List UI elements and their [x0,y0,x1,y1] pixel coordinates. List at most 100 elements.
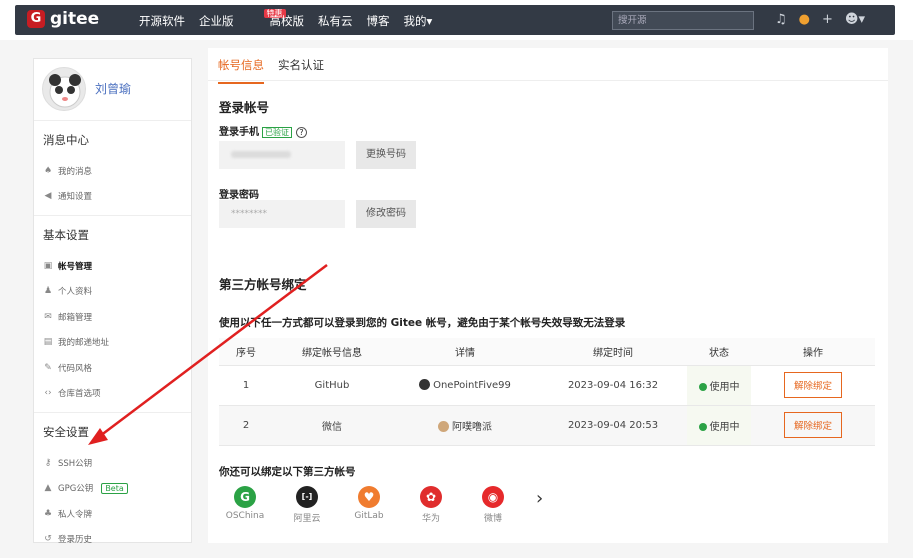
cell-platform: 微信 [273,405,391,446]
detail-name: OnePointFive99 [433,380,511,391]
oschina-icon: G [234,486,256,508]
user-avatar-menu[interactable]: ☻▾ [845,12,865,27]
sidebar-item-my-messages[interactable]: ♠ 我的消息 [43,158,191,184]
help-icon[interactable]: ? [296,127,307,138]
code-icon: ‹› [44,388,52,399]
provider-huawei[interactable]: ✿ 华为 [412,486,450,524]
status-text: 使用中 [709,421,740,433]
provider-list: G OSChina [-] 阿里云 ♥ GitLab ✿ 华为 ◉ 微博 › [226,486,543,524]
col-detail: 详情 [391,338,539,366]
verified-badge: 已验证 [262,127,292,138]
nav-university[interactable]: 高校版 [270,13,305,29]
sidebar-item-label: 帐号管理 [58,261,93,272]
sidebar-item-login-history[interactable]: ↺ 登录历史 [43,527,191,553]
nav-enterprise[interactable]: 企业版特惠 [199,9,286,29]
provider-gitlab[interactable]: ♥ GitLab [350,486,388,521]
col-platform: 绑定帐号信息 [273,338,391,366]
person-icon: ♟ [43,286,53,297]
unbind-button[interactable]: 解除绑定 [783,372,842,398]
section-security: 安全设置 ⚷ SSH公钥 ▲ GPG公钥 Beta ♣ 私人令牌 ↺ 登录历史 [34,413,191,558]
status-dot-icon [698,382,707,391]
nav-mine-dropdown[interactable]: 我的▾ [404,13,433,29]
sidebar-item-ssh-keys[interactable]: ⚷ SSH公钥 [43,450,191,476]
cell-time: 2023-09-04 16:32 [539,365,687,406]
cell-status: 使用中 [687,365,751,406]
username[interactable]: 刘曾瑜 [95,80,131,97]
third-party-title: 第三方帐号绑定 [219,277,307,292]
provider-oschina[interactable]: G OSChina [226,486,264,521]
sidebar-item-label: 我的消息 [58,166,93,177]
change-phone-button[interactable]: 更换号码 [356,141,416,169]
cell-action: 解除绑定 [751,365,875,406]
section-messages: 消息中心 ♠ 我的消息 ◀ 通知设置 [34,121,191,216]
table-row: 1 GitHub OnePointFive99 2023-09-04 16:32… [219,365,875,406]
sidebar-item-profile[interactable]: ♟ 个人资料 [43,279,191,305]
sidebar-item-label: 登录历史 [58,535,93,546]
change-password-button[interactable]: 修改密码 [356,200,416,228]
sidebar-item-account[interactable]: ▣ 帐号管理 [43,253,191,279]
cell-status: 使用中 [687,405,751,446]
settings-sidebar: 刘曾瑜 消息中心 ♠ 我的消息 ◀ 通知设置 基本设置 ▣ 帐号管理 ♟ 个人资料 ✉ 邮… [33,58,192,545]
cell-detail: OnePointFive99 [391,365,539,406]
sidebar-item-label: 仓库首选项 [58,389,101,400]
more-providers-title: 你还可以绑定以下第三方帐号 [219,466,356,478]
sidebar-item-label: 代码风格 [58,363,93,374]
avatar[interactable] [42,67,86,111]
section-basic: 基本设置 ▣ 帐号管理 ♟ 个人资料 ✉ 邮箱管理 ▤ 我的邮递地址 ✎ 代码风格 ‹› 仓… [34,216,191,413]
status-dot-icon [698,422,707,431]
sidebar-item-repo-prefs[interactable]: ‹› 仓库首选项 [43,381,191,407]
github-avatar-icon [419,379,431,390]
cell-action: 解除绑定 [751,405,875,446]
sidebar-item-gpg-keys[interactable]: ▲ GPG公钥 Beta [43,476,191,502]
login-account-title: 登录帐号 [219,100,270,115]
provider-aliyun[interactable]: [-] 阿里云 [288,486,326,524]
nav-blog[interactable]: 博客 [367,13,390,29]
gitlab-icon: ♥ [358,486,380,508]
lock-icon: ▲ [44,483,52,494]
section-title: 基本设置 [43,228,89,242]
weibo-icon: ◉ [482,486,504,508]
avatar-image [49,74,81,108]
profile-card: 刘曾瑜 [34,59,191,121]
password-field: ******** [219,200,345,228]
notification-bell-icon[interactable]: ♫ [775,12,787,27]
sidebar-item-label: SSH公钥 [58,458,93,469]
cell-detail: 阿噗噜派 [391,405,539,446]
aliyun-icon: [-] [296,486,318,508]
cell-no: 2 [219,405,273,446]
main-nav: 开源软件 企业版特惠 高校版 私有云 博客 我的▾ [139,9,433,29]
sidebar-item-label: GPG公钥 [58,484,94,495]
chevron-right-icon[interactable]: › [536,488,543,509]
speaker-icon: ◀ [44,191,52,202]
hint-bulb-icon[interactable]: ● [799,12,810,27]
sidebar-item-tokens[interactable]: ♣ 私人令牌 [43,501,191,527]
cell-time: 2023-09-04 20:53 [539,405,687,446]
sidebar-item-label: 邮箱管理 [58,312,93,323]
section-title: 安全设置 [43,425,89,439]
provider-weibo[interactable]: ◉ 微博 [474,486,512,524]
sidebar-item-label: 个人资料 [58,287,93,298]
unbind-button[interactable]: 解除绑定 [783,412,842,438]
provider-name: 微博 [483,514,502,524]
search-input[interactable]: 搜开源 [612,11,754,30]
sidebar-item-email[interactable]: ✉ 邮箱管理 [43,304,191,330]
bell-icon: ♠ [43,165,53,176]
sidebar-item-notify-settings[interactable]: ◀ 通知设置 [43,184,191,210]
create-plus-icon[interactable]: + [822,12,833,27]
phone-label: 登录手机 [219,127,259,138]
sidebar-item-code-style[interactable]: ✎ 代码风格 [43,355,191,381]
gitee-logo[interactable]: G gitee [27,9,99,29]
cell-platform: GitHub [273,365,391,406]
tab-divider [208,80,888,81]
mail-icon: ✉ [44,311,52,322]
huawei-icon: ✿ [420,486,442,508]
provider-name: 华为 [421,514,440,524]
provider-name: OSChina [225,511,265,521]
nav-open-source[interactable]: 开源软件 [139,13,185,29]
sidebar-item-label: 私人令牌 [58,509,93,520]
id-card-icon: ▣ [43,260,53,271]
nav-private-cloud[interactable]: 私有云 [318,13,353,29]
sidebar-item-address[interactable]: ▤ 我的邮递地址 [43,330,191,356]
cell-no: 1 [219,365,273,406]
navbar-actions: ♫ ● + ☻▾ [775,12,865,27]
